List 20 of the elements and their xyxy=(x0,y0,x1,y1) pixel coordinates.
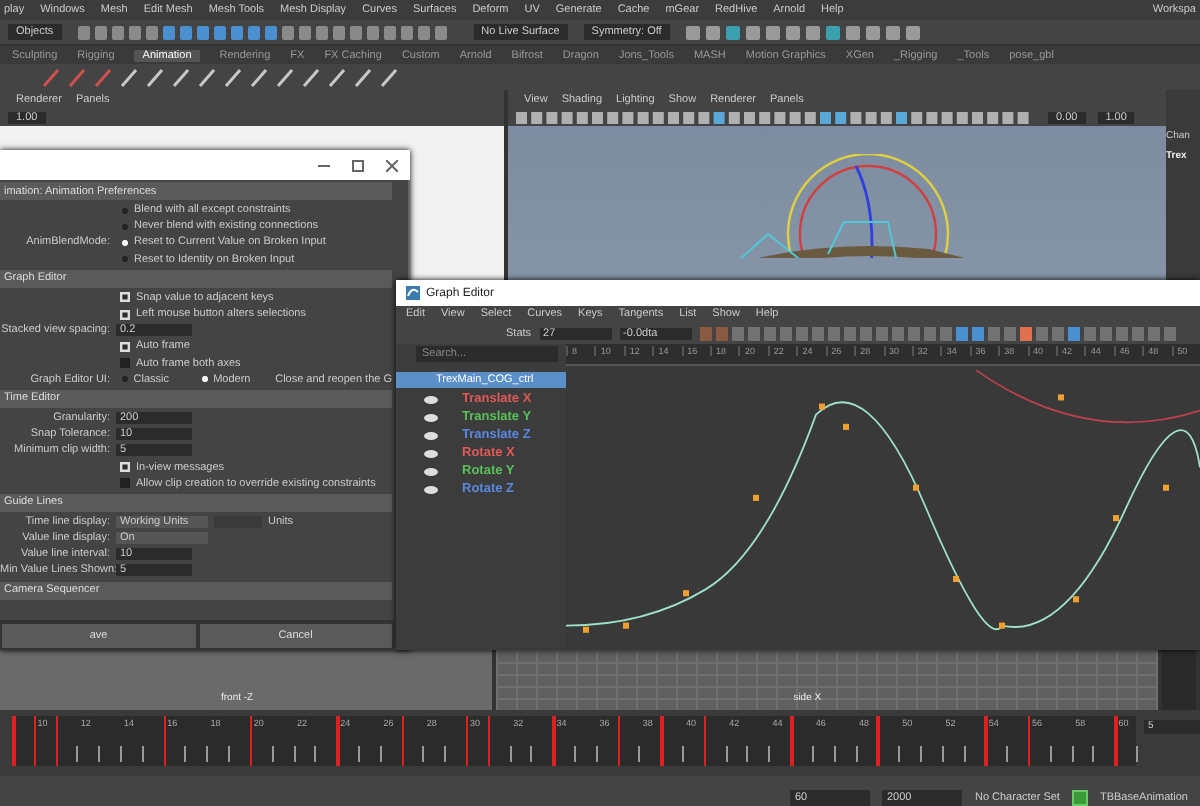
graph-toolbar-icons[interactable] xyxy=(699,325,1180,341)
checkbox[interactable] xyxy=(120,478,130,489)
checkbox[interactable] xyxy=(120,309,130,320)
radio-button[interactable] xyxy=(122,256,128,263)
close-icon[interactable] xyxy=(386,159,398,171)
graph-editor-icon xyxy=(406,286,420,300)
radio-button[interactable] xyxy=(201,376,208,383)
radio-button[interactable] xyxy=(122,207,128,214)
checkbox[interactable] xyxy=(120,341,130,352)
checkbox[interactable] xyxy=(120,292,130,303)
maximize-icon[interactable] xyxy=(352,159,364,171)
render-toolbar-icons[interactable] xyxy=(685,23,926,41)
radio-button[interactable] xyxy=(122,239,128,246)
radio-button[interactable] xyxy=(122,376,128,383)
minimize-icon[interactable] xyxy=(318,159,330,171)
layer-checkbox-icon[interactable] xyxy=(1071,789,1088,805)
radio-button[interactable] xyxy=(122,223,128,230)
checkbox[interactable] xyxy=(120,462,130,473)
checkbox[interactable] xyxy=(120,358,130,369)
input-field[interactable] xyxy=(214,515,262,528)
